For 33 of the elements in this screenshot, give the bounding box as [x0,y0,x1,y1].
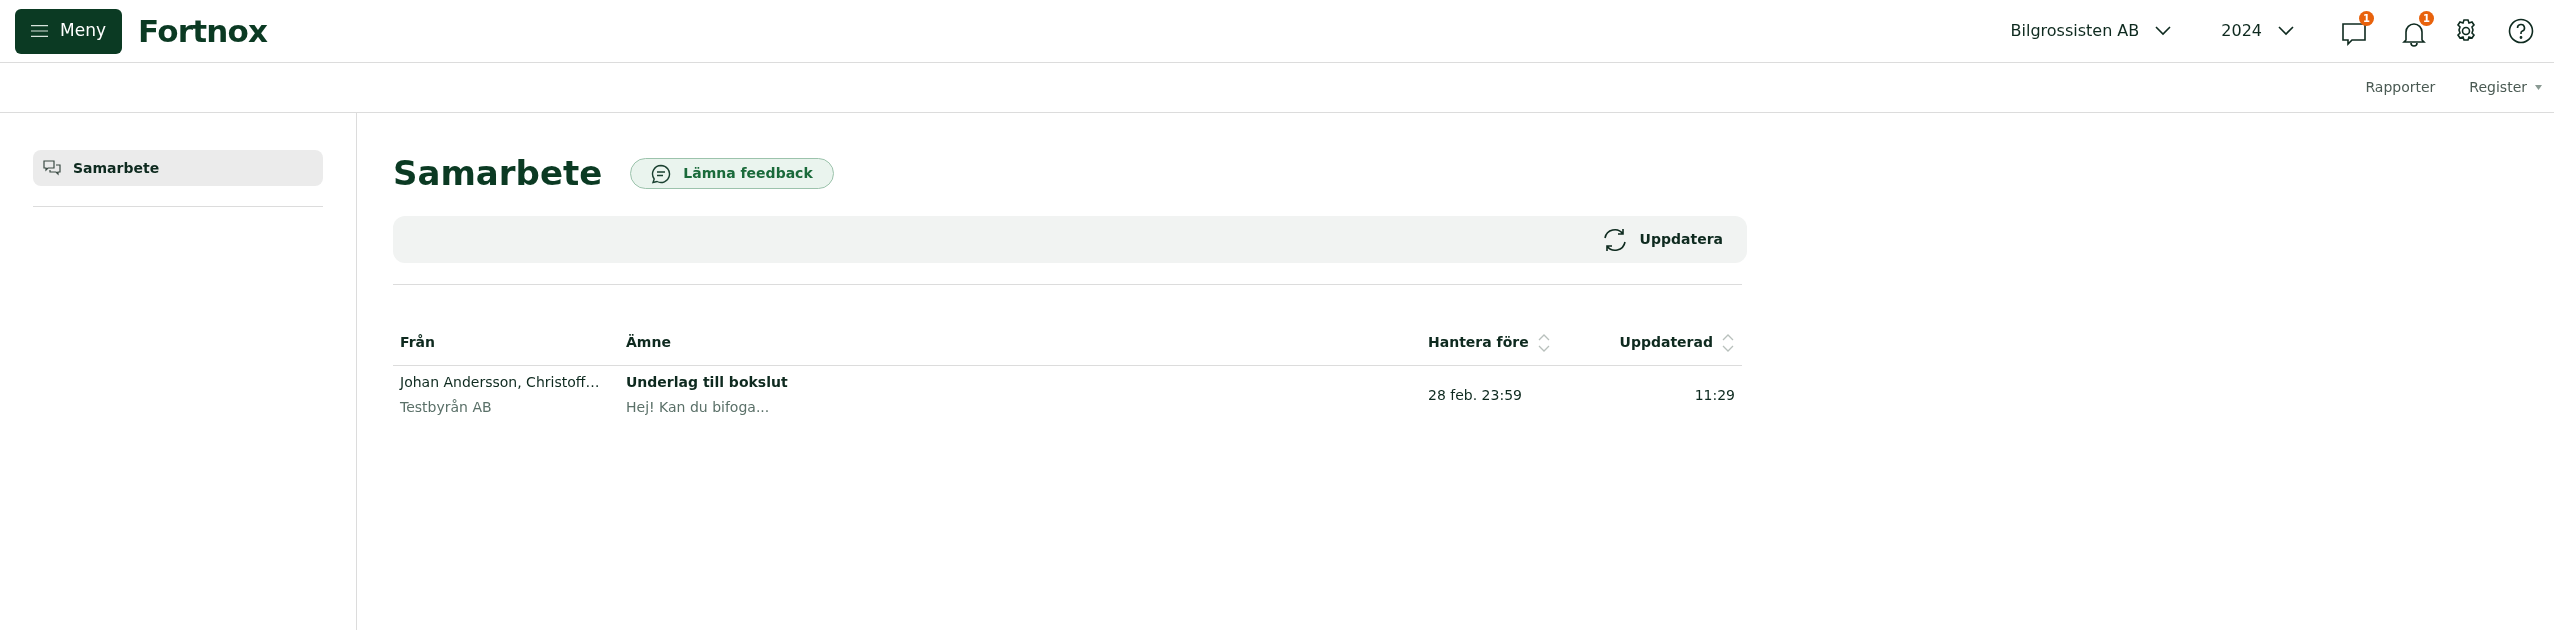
sender-company: Testbyrån AB [400,398,493,418]
chevron-down-icon [2155,26,2172,36]
nav-link[interactable]: Register [2469,77,2542,98]
count-badge: 1 [2359,11,2374,26]
logo[interactable]: Fortnox [138,7,268,55]
settings-icon[interactable] [2454,19,2478,43]
sender-name: Johan Andersson, Christoff… [400,373,601,393]
chevron-down-icon [2278,26,2294,36]
message-preview: Hej! Kan du bifoga... [626,398,771,418]
company-dropdown[interactable]: Bilgrossisten AB [2010,19,2172,43]
chat-bubbles-icon [43,160,61,176]
menu-button[interactable]: Meny [15,8,122,54]
column-header: Från [400,333,435,353]
sidebar-item[interactable]: Samarbete [33,150,323,186]
year-dropdown[interactable]: 2024 [2221,19,2294,43]
refresh-icon [1601,226,1628,253]
feedback-button[interactable]: Lämna feedback [630,158,834,189]
updated-time: 11:29 [1693,385,1735,405]
chat-bubble-icon [651,163,672,184]
nav-link[interactable]: Rapporter [2365,77,2436,98]
due-date: 28 feb. 23:59 [1428,385,1523,405]
refresh-button[interactable]: Uppdatera [1601,226,1723,253]
count-badge: 1 [2419,11,2434,26]
column-header[interactable]: Uppdaterad [1619,332,1713,354]
help-icon[interactable] [2508,18,2534,44]
column-header[interactable]: Hantera före [1428,332,1529,354]
column-header: Ämne [626,333,671,353]
page-title: Samarbete [393,152,603,195]
caret-icon [2535,85,2542,90]
chat-icon [2341,21,2367,47]
menu-icon [31,23,49,39]
bell-icon [2402,21,2426,47]
subject: Underlag till bokslut [626,373,789,393]
